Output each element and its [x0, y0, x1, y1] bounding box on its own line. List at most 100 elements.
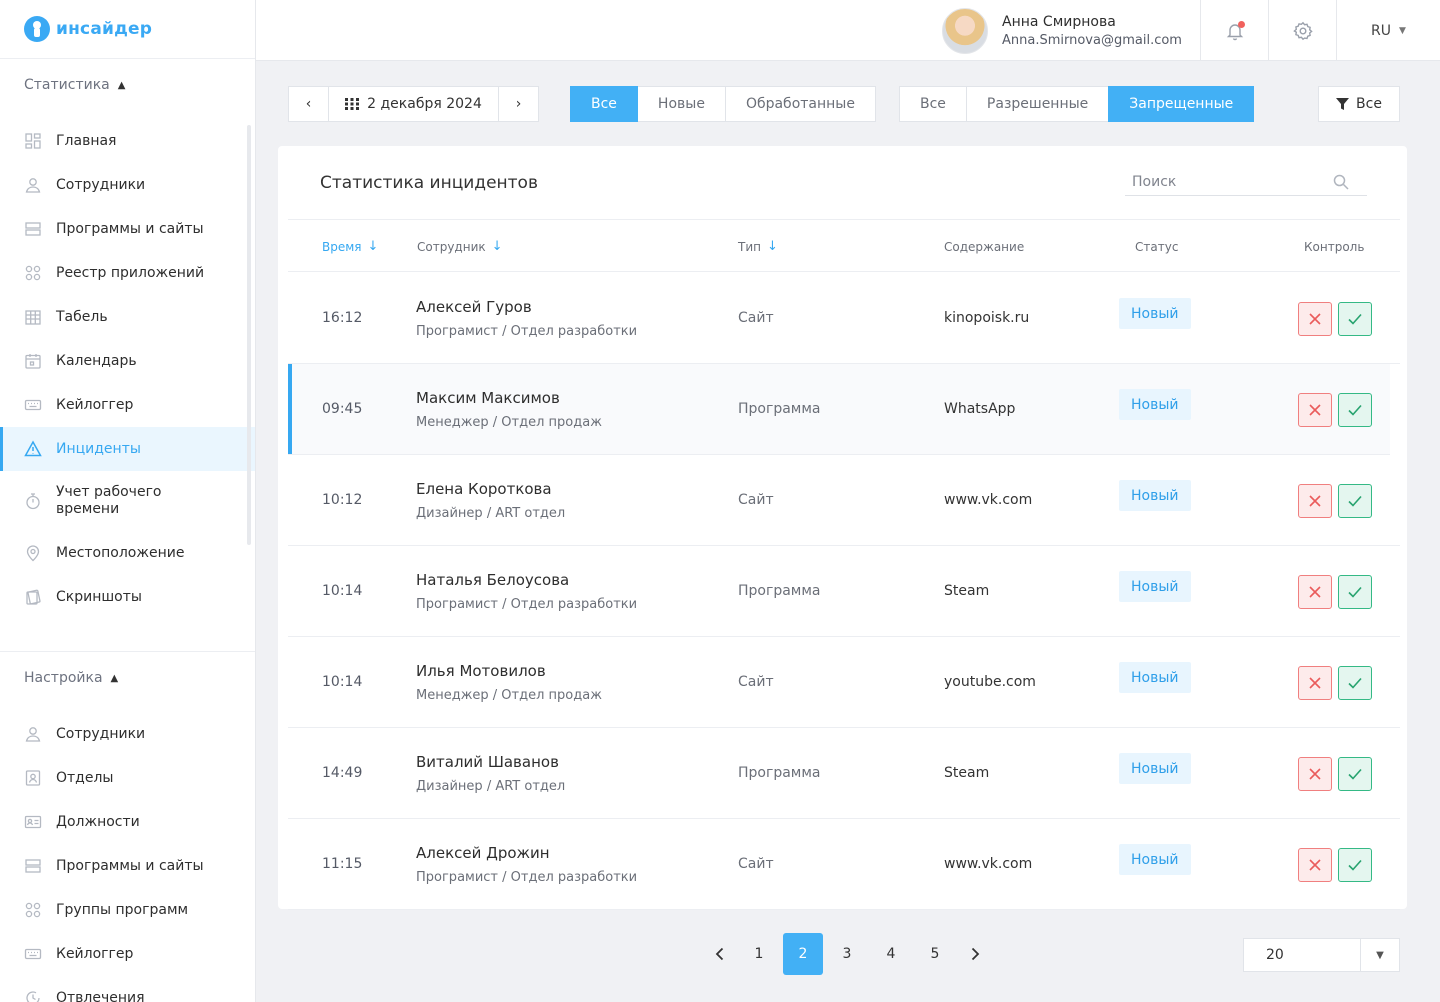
incident-content: WhatsApp [944, 401, 1016, 417]
prev-date-button[interactable]: ‹ [289, 87, 328, 121]
section-statistics[interactable]: Статистика ▲ [0, 59, 255, 111]
filter-button[interactable]: Все [1318, 86, 1400, 122]
sidebar-stats-item-7[interactable]: Инциденты [0, 427, 255, 471]
deny-button[interactable] [1298, 757, 1332, 791]
table-row[interactable]: 10:12 Елена Короткова Дизайнер / ART отдел… [288, 455, 1400, 546]
column-status-label: Статус [1135, 239, 1179, 254]
sidebar-stats-item-9[interactable]: Местоположение [0, 531, 255, 575]
sort-arrow-icon: ↓ [491, 239, 503, 254]
sidebar-settings-item-4[interactable]: Группы программ [0, 888, 255, 932]
access-tab-2[interactable]: Запрещенные [1108, 86, 1255, 122]
chevron-up-icon: ▲ [110, 672, 119, 684]
next-date-button[interactable]: › [499, 87, 538, 121]
approve-button[interactable] [1338, 575, 1372, 609]
logo-icon [24, 16, 50, 42]
deny-button[interactable] [1298, 666, 1332, 700]
access-tab-0[interactable]: Все [899, 86, 967, 122]
approve-button[interactable] [1338, 848, 1372, 882]
approve-button[interactable] [1338, 484, 1372, 518]
status-badge: Новый [1119, 480, 1191, 511]
user-email: Anna.Smirnova@gmail.com [1002, 32, 1182, 48]
avatar [942, 7, 988, 54]
page-button-3[interactable]: 3 [827, 933, 867, 975]
card-title: Статистика инцидентов [320, 173, 538, 193]
logo[interactable]: инсайдер [0, 0, 255, 59]
distraction-icon [24, 989, 42, 1002]
settings-button[interactable] [1268, 0, 1336, 61]
sidebar-scrollbar[interactable] [247, 125, 251, 545]
sidebar-stats-item-8[interactable]: Учет рабочего времени [0, 471, 255, 531]
language-select[interactable]: RU ▼ [1336, 0, 1440, 61]
incident-type: Программа [738, 401, 821, 417]
status-badge: Новый [1119, 753, 1191, 784]
approve-button[interactable] [1338, 666, 1372, 700]
incident-time: 16:12 [322, 310, 363, 326]
warning-icon [24, 440, 42, 458]
sidebar-stats-item-label: Календарь [56, 353, 137, 369]
section-settings[interactable]: Настройка ▲ [0, 652, 255, 704]
language-value: RU [1371, 22, 1392, 39]
next-page-button[interactable] [959, 933, 991, 975]
sidebar-stats-item-1[interactable]: Сотрудники [0, 163, 255, 207]
sidebar-stats-item-6[interactable]: Кейлоггер [0, 383, 255, 427]
sidebar-stats-item-4[interactable]: Табель [0, 295, 255, 339]
deny-button[interactable] [1298, 848, 1332, 882]
sidebar-stats-item-3[interactable]: Реестр приложений [0, 251, 255, 295]
page-button-2[interactable]: 2 [783, 933, 823, 975]
user-icon [24, 725, 42, 743]
table-row[interactable]: 10:14 Наталья Белоусова Програмист / Отдел… [288, 546, 1400, 637]
user-profile[interactable]: Анна Смирнова Anna.Smirnova@gmail.com [942, 0, 1182, 61]
table-row[interactable]: 09:45 Максим Максимов Менеджер / Отдел про… [288, 364, 1390, 455]
sidebar-stats-item-2[interactable]: Программы и сайты [0, 207, 255, 251]
position-icon [24, 813, 42, 831]
filter-label: Все [1356, 96, 1382, 112]
sidebar-stats-item-5[interactable]: Календарь [0, 339, 255, 383]
sidebar-stats-item-0[interactable]: Главная [0, 119, 255, 163]
column-type[interactable]: Тип ↓ [738, 220, 778, 273]
prev-page-button[interactable] [703, 933, 735, 975]
sidebar-settings-item-3[interactable]: Программы и сайты [0, 844, 255, 888]
deny-button[interactable] [1298, 302, 1332, 336]
notifications-button[interactable] [1200, 0, 1268, 61]
date-display[interactable]: 2 декабря 2024 [328, 87, 499, 121]
page-button-5[interactable]: 5 [915, 933, 955, 975]
sidebar-settings-item-5[interactable]: Кейлоггер [0, 932, 255, 976]
sidebar: инсайдер Статистика ▲ Главная Сотрудники П… [0, 0, 256, 1002]
deny-button[interactable] [1298, 575, 1332, 609]
deny-button[interactable] [1298, 484, 1332, 518]
status-tab-0[interactable]: Все [570, 86, 638, 122]
approve-button[interactable] [1338, 757, 1372, 791]
column-employee[interactable]: Сотрудник ↓ [417, 220, 503, 273]
column-type-label: Тип [738, 239, 761, 254]
sidebar-stats-item-label: Табель [56, 309, 108, 325]
approve-button[interactable] [1338, 302, 1372, 336]
per-page-select[interactable]: 20 ▼ [1243, 938, 1400, 972]
column-time[interactable]: Время ↓ [322, 220, 378, 273]
table-row[interactable]: 16:12 Алексей Гуров Програмист / Отдел раз… [288, 273, 1400, 364]
sidebar-settings-item-1[interactable]: Отделы [0, 756, 255, 800]
program-groups-icon [24, 901, 42, 919]
page-button-4[interactable]: 4 [871, 933, 911, 975]
table-row[interactable]: 10:14 Илья Мотовилов Менеджер / Отдел прод… [288, 637, 1400, 728]
status-tab-2[interactable]: Обработанные [724, 86, 876, 122]
deny-button[interactable] [1298, 393, 1332, 427]
chevron-right-icon: › [515, 96, 522, 112]
sidebar-stats-item-10[interactable]: Скриншоты [0, 575, 255, 619]
search-input[interactable] [1132, 173, 1332, 190]
column-time-label: Время [322, 239, 362, 254]
sidebar-settings-item-6[interactable]: Отвлечения [0, 976, 255, 1002]
incidents-card: Статистика инцидентов Время ↓ Сотрудник … [278, 146, 1407, 910]
sidebar-settings-item-2[interactable]: Должности [0, 800, 255, 844]
status-tab-1[interactable]: Новые [636, 86, 726, 122]
approve-button[interactable] [1338, 393, 1372, 427]
column-control-label: Контроль [1304, 239, 1365, 254]
access-tab-1[interactable]: Разрешенные [965, 86, 1110, 122]
incident-type: Сайт [738, 674, 774, 690]
chevron-left-icon: ‹ [305, 96, 312, 112]
sidebar-settings-item-0[interactable]: Сотрудники [0, 712, 255, 756]
page-button-1[interactable]: 1 [739, 933, 779, 975]
table-row[interactable]: 11:15 Алексей Дрожин Програмист / Отдел ра… [288, 819, 1400, 910]
check-icon [1348, 313, 1362, 325]
table-row[interactable]: 14:49 Виталий Шаванов Дизайнер / ART отдел… [288, 728, 1400, 819]
search-icon[interactable] [1333, 174, 1349, 190]
